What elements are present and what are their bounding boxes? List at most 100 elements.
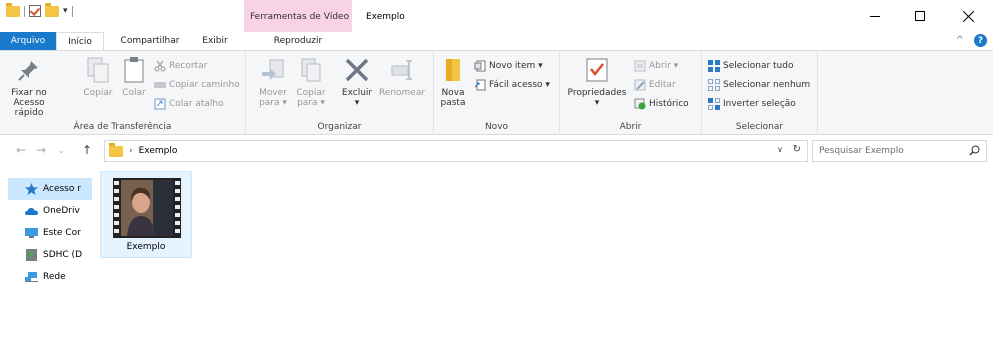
file-explorer-window: ▾ Ferramentas de Vídeo Exemplo Arquivo I… — [0, 0, 993, 345]
close-icon — [963, 10, 974, 22]
qat-customize-dropdown[interactable]: ▾ — [63, 6, 68, 16]
easy-access-label: Fácil acesso ▾ — [489, 80, 550, 90]
history-button[interactable]: Histórico — [634, 97, 689, 111]
navigation-bar: ← → ⌄ ↑ › Exemplo ∨ ↻ Pesquisar Exemplo — [0, 136, 993, 166]
pin-quick-access-button[interactable]: Fixar no Acesso rápido — [6, 55, 52, 118]
new-folder-icon — [438, 55, 468, 85]
tab-share[interactable]: Compartilhar — [112, 32, 188, 50]
easy-access-button[interactable]: Fácil acesso ▾ — [474, 78, 550, 92]
select-none-label: Selecionar nenhum — [723, 80, 811, 90]
select-all-button[interactable]: Selecionar tudo — [708, 59, 793, 73]
organize-group: Mover para ▾ Copiar para ▾ Excluir ▾ Ren… — [246, 51, 434, 135]
sd-card-icon — [26, 249, 37, 261]
paste-shortcut-button[interactable]: Colar atalho — [154, 97, 224, 111]
breadcrumb-item[interactable]: Exemplo — [139, 146, 178, 156]
new-folder-icon[interactable] — [45, 2, 59, 17]
copy-to-label-line2: para ▾ — [297, 98, 325, 108]
open-button[interactable]: Abrir ▾ — [634, 59, 678, 73]
refresh-icon[interactable]: ↻ — [793, 144, 801, 155]
qat-separator — [71, 5, 73, 17]
back-arrow-icon[interactable]: ← — [16, 143, 26, 157]
cut-label: Recortar — [169, 61, 208, 71]
open-group: Propriedades ▾ Abrir ▾ Editar Histórico … — [560, 51, 702, 135]
quick-access-toolbar: ▾ — [6, 2, 73, 17]
pin-label-line1: Fixar no — [11, 88, 47, 98]
properties-button[interactable]: Propriedades ▾ — [566, 55, 628, 108]
recent-locations-chevron-icon[interactable]: ⌄ — [58, 146, 65, 155]
new-group: Nova pasta Novo item ▾ Fácil acesso ▾ No… — [434, 51, 560, 135]
search-icon[interactable] — [969, 145, 980, 156]
maximize-button[interactable] — [897, 0, 942, 32]
paste-shortcut-label: Colar atalho — [169, 99, 224, 109]
nav-item-onedrive[interactable]: OneDriv — [0, 200, 92, 222]
copy-to-label-line1: Copiar — [296, 88, 326, 98]
organize-group-label: Organizar — [317, 122, 362, 132]
nav-item-this-pc[interactable]: Este Cor — [0, 222, 92, 244]
tab-home[interactable]: Início — [56, 32, 104, 51]
new-folder-label-line2: pasta — [440, 98, 466, 108]
edit-label: Editar — [649, 80, 676, 90]
file-list-area: Exemplo — [92, 166, 993, 345]
up-arrow-icon[interactable]: ↑ — [82, 143, 92, 157]
copy-to-button[interactable]: Copiar para ▾ — [294, 55, 328, 108]
properties-label: Propriedades — [567, 88, 627, 98]
nav-item-network[interactable]: Rede — [0, 266, 92, 288]
paste-shortcut-icon — [154, 98, 166, 110]
tab-file[interactable]: Arquivo — [0, 32, 56, 50]
paste-label: Colar — [122, 88, 146, 98]
nav-item-quick-access[interactable]: Acesso r — [8, 178, 92, 200]
delete-button[interactable]: Excluir ▾ — [338, 55, 376, 108]
close-button[interactable] — [946, 0, 991, 32]
help-icon[interactable]: ? — [974, 34, 987, 47]
file-item-video[interactable]: Exemplo — [100, 171, 192, 258]
cut-button[interactable]: Recortar — [154, 59, 207, 73]
select-none-button[interactable]: Selecionar nenhum — [708, 78, 810, 92]
breadcrumb-separator[interactable]: › — [129, 146, 133, 156]
paste-button[interactable]: Colar — [118, 55, 150, 98]
forward-arrow-icon[interactable]: → — [36, 143, 46, 157]
folder-icon — [109, 142, 123, 157]
nav-item-label: OneDriv — [43, 206, 80, 216]
search-input[interactable]: Pesquisar Exemplo — [812, 140, 987, 162]
delete-x-icon — [342, 55, 372, 85]
address-bar[interactable]: › Exemplo ∨ ↻ — [104, 140, 808, 162]
invert-selection-button[interactable]: Inverter seleção — [708, 97, 796, 111]
new-folder-button[interactable]: Nova pasta — [438, 55, 468, 108]
delete-label: Excluir — [341, 88, 373, 98]
select-all-icon — [708, 60, 720, 72]
history-icon — [634, 98, 646, 110]
delete-dropdown[interactable]: ▾ — [355, 98, 360, 108]
nav-item-label: Acesso r — [43, 184, 81, 194]
minimize-icon — [869, 15, 880, 17]
open-label: Abrir ▾ — [649, 61, 679, 71]
rename-button[interactable]: Renomear — [376, 55, 428, 98]
properties-checkmark-icon[interactable] — [29, 5, 41, 17]
address-dropdown-icon[interactable]: ∨ — [777, 145, 783, 154]
pin-label-line2: Acesso rápido — [13, 98, 45, 118]
tab-view[interactable]: Exibir — [192, 32, 238, 50]
rename-icon — [387, 55, 417, 85]
copy-button[interactable]: Copiar — [80, 55, 116, 98]
minimize-button[interactable] — [852, 0, 897, 32]
search-placeholder: Pesquisar Exemplo — [819, 146, 904, 156]
cloud-icon — [25, 208, 38, 215]
new-folder-label-line1: Nova — [441, 88, 465, 98]
tab-play[interactable]: Reproduzir — [244, 32, 352, 50]
select-none-icon — [708, 79, 720, 91]
select-all-label: Selecionar tudo — [723, 61, 794, 71]
edit-button[interactable]: Editar — [634, 78, 676, 92]
nav-item-label: SDHC (D — [43, 250, 82, 260]
copy-path-label: Copiar caminho — [169, 80, 240, 90]
nav-item-sd-card[interactable]: SDHC (D — [0, 244, 92, 266]
new-item-button[interactable]: Novo item ▾ — [474, 59, 543, 73]
collapse-ribbon-icon[interactable]: ^ — [956, 35, 964, 46]
move-to-button[interactable]: Mover para ▾ — [256, 55, 290, 108]
invert-selection-icon — [708, 98, 720, 110]
navigation-pane: Acesso r OneDriv Este Cor SDHC (D Rede — [0, 166, 92, 345]
copy-path-button[interactable]: Copiar caminho — [154, 78, 240, 92]
invert-selection-label: Inverter seleção — [723, 99, 796, 109]
properties-dropdown[interactable]: ▾ — [595, 98, 600, 108]
move-to-label-line2: para ▾ — [259, 98, 287, 108]
context-tab-label: Ferramentas de Vídeo — [250, 12, 350, 22]
edit-icon — [634, 79, 646, 91]
